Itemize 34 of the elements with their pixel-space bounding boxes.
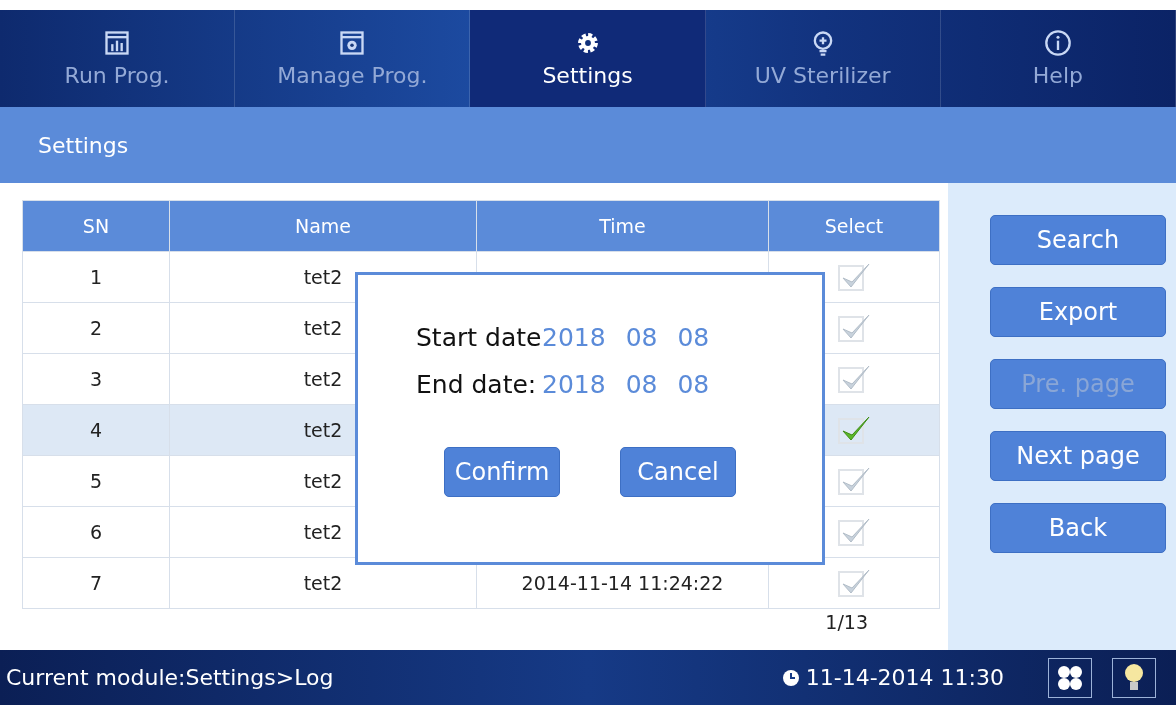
table-cell: 7 [22,557,170,609]
day-field[interactable]: 08 [677,370,710,399]
table-cell: 6 [22,506,170,558]
page-indicator: 1/13 [825,611,868,633]
year-field[interactable]: 2018 [542,370,606,399]
four-petal-button[interactable] [1048,657,1092,698]
column-header: Select [768,200,940,252]
side-button[interactable]: Export [990,287,1166,337]
bar-chart-icon [103,29,132,57]
info-icon [1043,29,1072,57]
lightbulb-button[interactable] [1112,657,1156,698]
datetime-text: 11-14-2014 11:30 [805,665,1004,690]
month-field[interactable]: 08 [625,323,658,352]
table-cell: 2 [22,302,170,354]
column-header: Time [476,200,769,252]
month-field[interactable]: 08 [625,370,658,399]
dialog-button[interactable]: Confirm [444,447,560,497]
page-title: Settings [0,107,1176,183]
column-header: Name [169,200,477,252]
year-field[interactable]: 2018 [542,323,606,352]
table-cell: 3 [22,353,170,405]
day-field[interactable]: 08 [677,323,710,352]
clock-icon [781,668,800,687]
column-header: SN [22,200,170,252]
table-cell: 4 [22,404,170,456]
side-button[interactable]: Next page [990,431,1166,481]
table-cell: 5 [22,455,170,507]
current-module-text: Current module:Settings>Log [6,665,335,690]
table-cell: 1 [22,251,170,303]
gear-window-icon [338,29,367,57]
dialog-button[interactable]: Cancel [620,447,736,497]
side-button[interactable]: Search [990,215,1166,265]
nav-tab[interactable]: Settings [470,10,706,107]
side-button[interactable]: Back [990,503,1166,553]
